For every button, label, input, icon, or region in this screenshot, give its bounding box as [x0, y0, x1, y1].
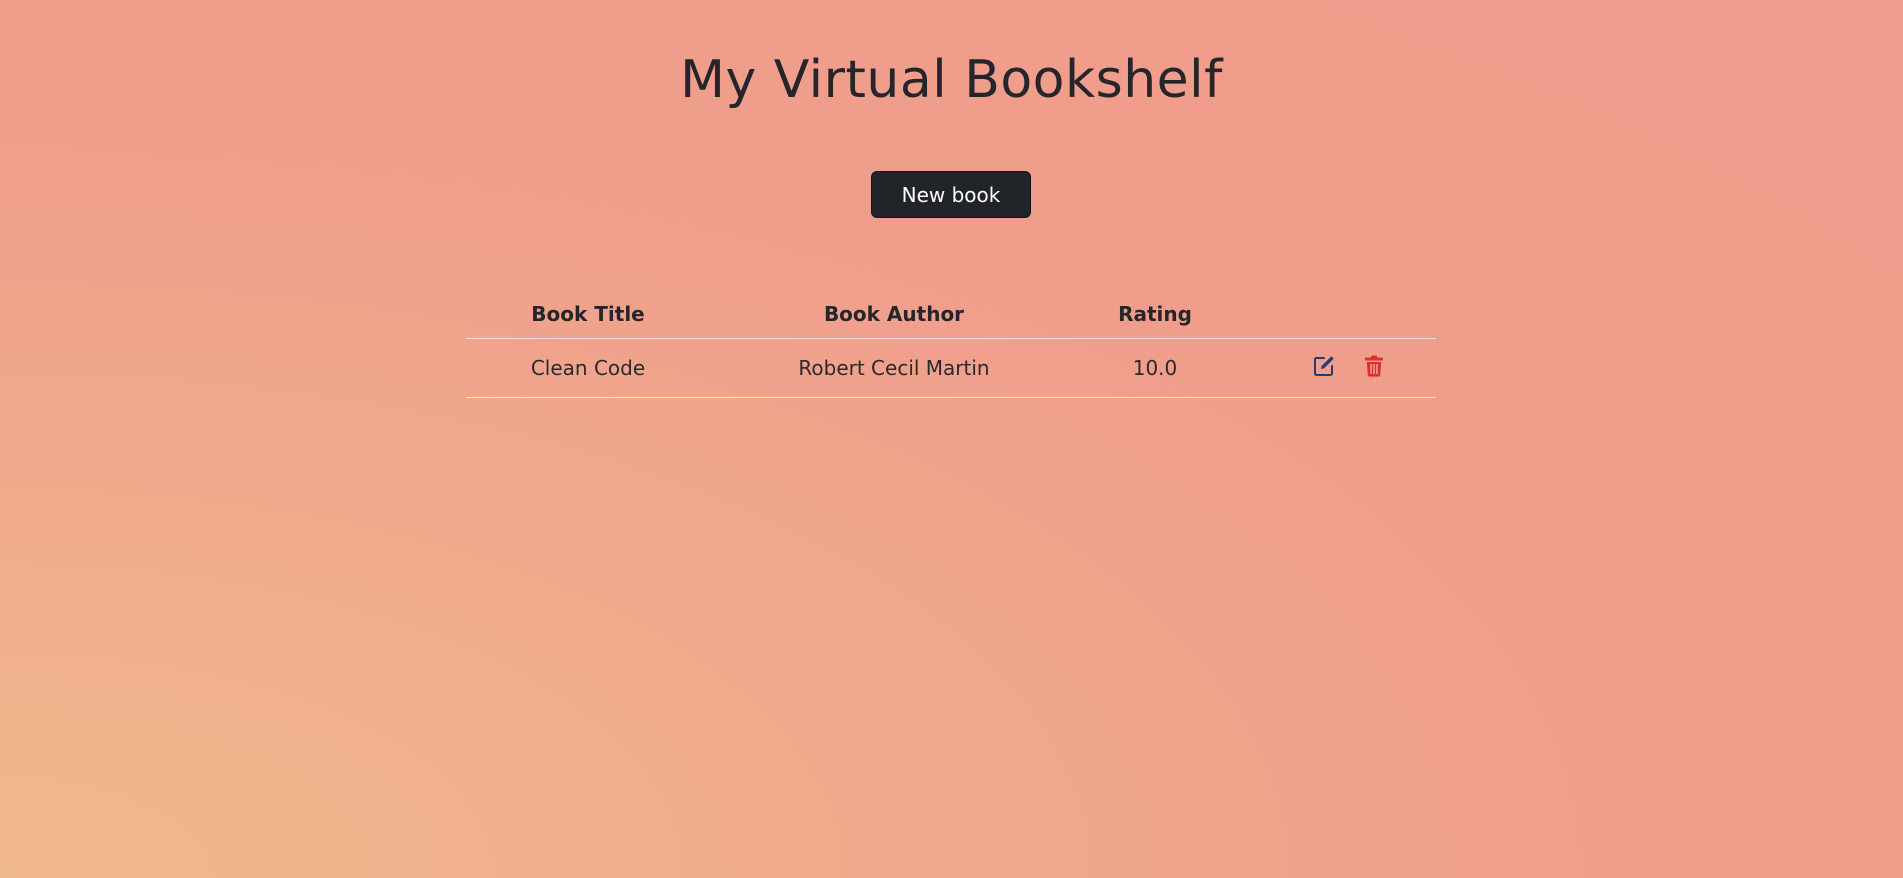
page: My Virtual Bookshelf New book Book Title…: [0, 0, 1903, 878]
header-row: Book Title Book Author Rating: [466, 290, 1436, 339]
row-actions: [1312, 354, 1386, 378]
column-header-title: Book Title: [466, 290, 710, 339]
cell-book-title: Clean Code: [466, 338, 710, 398]
cell-rating: 10.0: [1078, 338, 1232, 398]
trash-icon[interactable]: [1362, 354, 1386, 378]
cell-book-author: Robert Cecil Martin: [710, 338, 1078, 398]
page-title: My Virtual Bookshelf: [680, 50, 1223, 110]
trash-icon-graphic: [1365, 355, 1383, 377]
column-header-rating: Rating: [1078, 290, 1232, 339]
new-book-button[interactable]: New book: [871, 171, 1031, 218]
edit-icon-graphic: [1314, 356, 1334, 376]
books-table: Book Title Book Author Rating Clean Code…: [466, 290, 1436, 398]
table-header: Book Title Book Author Rating: [466, 290, 1436, 339]
edit-icon[interactable]: [1312, 354, 1336, 378]
column-header-actions: [1232, 290, 1436, 339]
table-body: Clean Code Robert Cecil Martin 10.0: [466, 338, 1436, 398]
column-header-author: Book Author: [710, 290, 1078, 339]
cell-actions: [1232, 338, 1436, 398]
table-row: Clean Code Robert Cecil Martin 10.0: [466, 338, 1436, 398]
